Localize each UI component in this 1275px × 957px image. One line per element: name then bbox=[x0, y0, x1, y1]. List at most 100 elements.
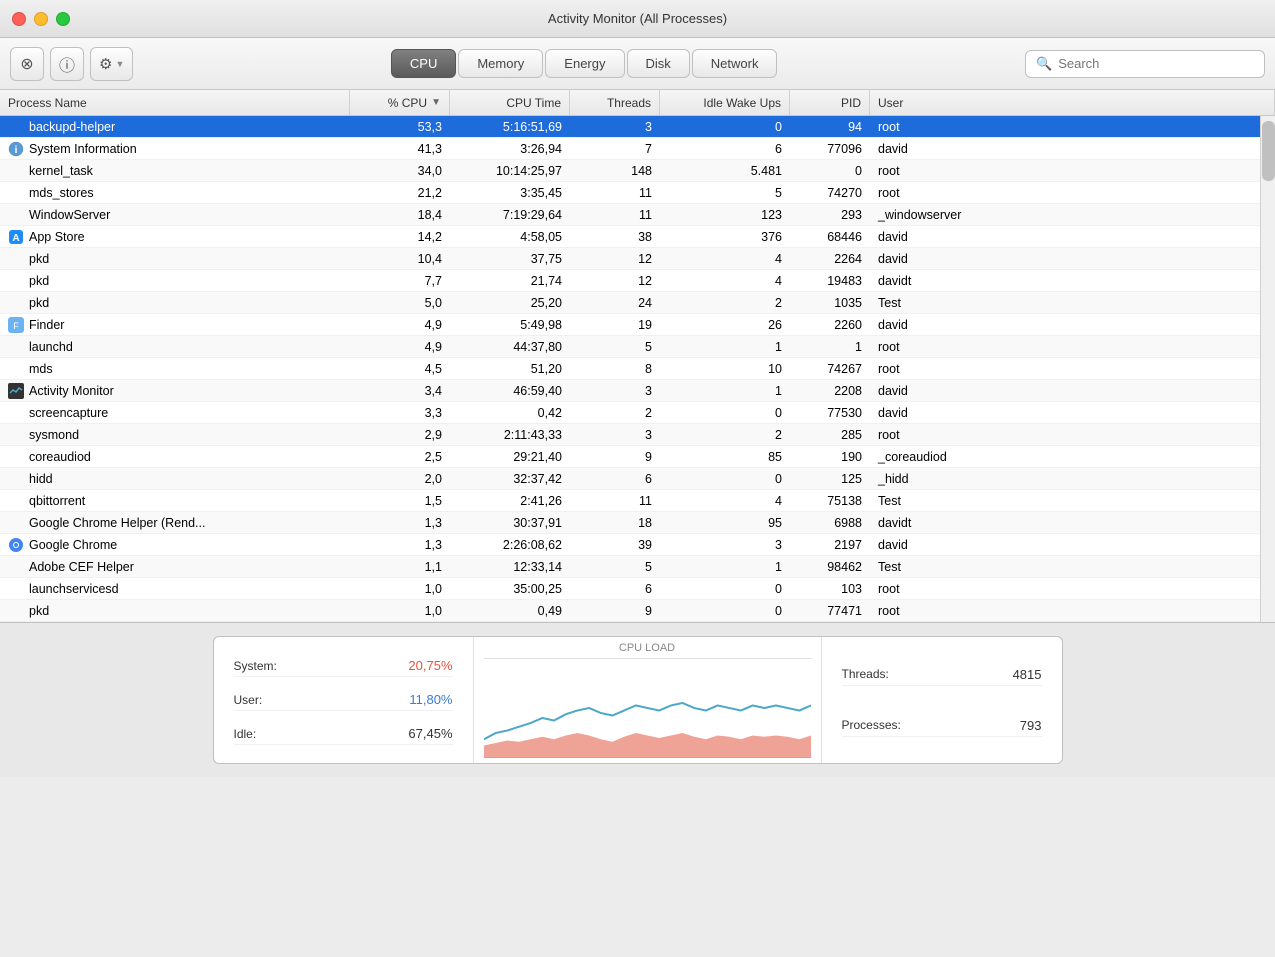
table-row[interactable]: Adobe CEF Helper 1,1 12:33,14 5 1 98462 … bbox=[0, 556, 1260, 578]
cell-threads: 5 bbox=[570, 336, 660, 357]
tab-memory[interactable]: Memory bbox=[458, 49, 543, 78]
cell-cputime: 7:19:29,64 bbox=[450, 204, 570, 225]
process-icon bbox=[8, 251, 24, 267]
table-row[interactable]: hidd 2,0 32:37,42 6 0 125 _hidd bbox=[0, 468, 1260, 490]
threads-label: Threads: bbox=[842, 667, 889, 681]
cell-user: root bbox=[870, 116, 1260, 137]
cell-process-name: mds_stores bbox=[0, 182, 350, 203]
scrollbar-track[interactable] bbox=[1260, 116, 1275, 622]
table-row[interactable]: i System Information 41,3 3:26,94 7 6 77… bbox=[0, 138, 1260, 160]
cell-threads: 148 bbox=[570, 160, 660, 181]
cell-cputime: 29:21,40 bbox=[450, 446, 570, 467]
cell-idle: 4 bbox=[660, 490, 790, 511]
cell-cpu: 1,1 bbox=[350, 556, 450, 577]
cell-cputime: 46:59,40 bbox=[450, 380, 570, 401]
maximize-button[interactable] bbox=[56, 12, 70, 26]
col-header-cputime[interactable]: CPU Time bbox=[450, 90, 570, 115]
table-row[interactable]: pkd 7,7 21,74 12 4 19483 davidt bbox=[0, 270, 1260, 292]
table-row[interactable]: screencapture 3,3 0,42 2 0 77530 david bbox=[0, 402, 1260, 424]
cell-process-name: F Finder bbox=[0, 314, 350, 335]
cell-cputime: 25,20 bbox=[450, 292, 570, 313]
cell-cputime: 5:16:51,69 bbox=[450, 116, 570, 137]
cell-process-name: Adobe CEF Helper bbox=[0, 556, 350, 577]
search-icon: 🔍 bbox=[1036, 56, 1052, 72]
close-icon: ⊗ bbox=[20, 54, 33, 74]
process-icon bbox=[8, 383, 24, 399]
table-row[interactable]: kernel_task 34,0 10:14:25,97 148 5.481 0… bbox=[0, 160, 1260, 182]
col-header-idle[interactable]: Idle Wake Ups bbox=[660, 90, 790, 115]
cell-threads: 38 bbox=[570, 226, 660, 247]
col-header-process[interactable]: Process Name bbox=[0, 90, 350, 115]
tab-cpu[interactable]: CPU bbox=[391, 49, 456, 78]
table-row[interactable]: Activity Monitor 3,4 46:59,40 3 1 2208 d… bbox=[0, 380, 1260, 402]
table-row[interactable]: launchservicesd 1,0 35:00,25 6 0 103 roo… bbox=[0, 578, 1260, 600]
cell-cpu: 1,5 bbox=[350, 490, 450, 511]
table-row[interactable]: A App Store 14,2 4:58,05 38 376 68446 da… bbox=[0, 226, 1260, 248]
minimize-button[interactable] bbox=[34, 12, 48, 26]
idle-value: 67,45% bbox=[408, 726, 452, 741]
cell-idle: 123 bbox=[660, 204, 790, 225]
scrollbar-thumb[interactable] bbox=[1262, 121, 1275, 181]
cell-process-name: coreaudiod bbox=[0, 446, 350, 467]
close-process-button[interactable]: ⊗ bbox=[10, 47, 44, 81]
cell-process-name: pkd bbox=[0, 270, 350, 291]
cell-idle: 2 bbox=[660, 424, 790, 445]
col-header-threads[interactable]: Threads bbox=[570, 90, 660, 115]
cell-pid: 0 bbox=[790, 160, 870, 181]
table-row[interactable]: WindowServer 18,4 7:19:29,64 11 123 293 … bbox=[0, 204, 1260, 226]
cell-threads: 11 bbox=[570, 182, 660, 203]
close-button[interactable] bbox=[12, 12, 26, 26]
cell-user: david bbox=[870, 314, 1260, 335]
titlebar: Activity Monitor (All Processes) bbox=[0, 0, 1275, 38]
table-row[interactable]: launchd 4,9 44:37,80 5 1 1 root bbox=[0, 336, 1260, 358]
process-list[interactable]: backupd-helper 53,3 5:16:51,69 3 0 94 ro… bbox=[0, 116, 1260, 622]
table-row[interactable]: pkd 5,0 25,20 24 2 1035 Test bbox=[0, 292, 1260, 314]
processes-value: 793 bbox=[1020, 718, 1042, 733]
cell-cputime: 51,20 bbox=[450, 358, 570, 379]
cell-threads: 7 bbox=[570, 138, 660, 159]
cell-idle: 85 bbox=[660, 446, 790, 467]
col-header-user[interactable]: User bbox=[870, 90, 1275, 115]
table-row[interactable]: Google Chrome Helper (Rend... 1,3 30:37,… bbox=[0, 512, 1260, 534]
table-row[interactable]: pkd 10,4 37,75 12 4 2264 david bbox=[0, 248, 1260, 270]
stats-box: System: 20,75% User: 11,80% Idle: 67,45%… bbox=[213, 636, 1063, 764]
cell-process-name: Activity Monitor bbox=[0, 380, 350, 401]
col-header-pid[interactable]: PID bbox=[790, 90, 870, 115]
info-button[interactable]: ⓘ bbox=[50, 47, 84, 81]
stats-left: System: 20,75% User: 11,80% Idle: 67,45% bbox=[214, 637, 474, 763]
cell-cputime: 44:37,80 bbox=[450, 336, 570, 357]
cell-cpu: 53,3 bbox=[350, 116, 450, 137]
gear-button[interactable]: ⚙ ▼ bbox=[90, 47, 133, 81]
cell-idle: 4 bbox=[660, 270, 790, 291]
table-row[interactable]: mds 4,5 51,20 8 10 74267 root bbox=[0, 358, 1260, 380]
cell-idle: 376 bbox=[660, 226, 790, 247]
col-header-cpu[interactable]: % CPU ▼ bbox=[350, 90, 450, 115]
table-row[interactable]: mds_stores 21,2 3:35,45 11 5 74270 root bbox=[0, 182, 1260, 204]
cell-process-name: pkd bbox=[0, 600, 350, 621]
process-icon bbox=[8, 449, 24, 465]
table-row[interactable]: Google Chrome 1,3 2:26:08,62 39 3 2197 d… bbox=[0, 534, 1260, 556]
stat-row-idle: Idle: 67,45% bbox=[234, 723, 453, 745]
table-row[interactable]: qbittorrent 1,5 2:41,26 11 4 75138 Test bbox=[0, 490, 1260, 512]
table-row[interactable]: F Finder 4,9 5:49,98 19 26 2260 david bbox=[0, 314, 1260, 336]
table-row[interactable]: coreaudiod 2,5 29:21,40 9 85 190 _coreau… bbox=[0, 446, 1260, 468]
cell-user: _hidd bbox=[870, 468, 1260, 489]
table-row[interactable]: pkd 1,0 0,49 9 0 77471 root bbox=[0, 600, 1260, 622]
process-name: Google Chrome Helper (Rend... bbox=[29, 516, 205, 530]
toolbar: ⊗ ⓘ ⚙ ▼ CPU Memory Energy Disk Network 🔍 bbox=[0, 38, 1275, 90]
search-input[interactable] bbox=[1058, 56, 1254, 71]
cell-cputime: 5:49,98 bbox=[450, 314, 570, 335]
cell-pid: 190 bbox=[790, 446, 870, 467]
tab-network[interactable]: Network bbox=[692, 49, 778, 78]
cell-cpu: 2,0 bbox=[350, 468, 450, 489]
table-row[interactable]: backupd-helper 53,3 5:16:51,69 3 0 94 ro… bbox=[0, 116, 1260, 138]
tab-energy[interactable]: Energy bbox=[545, 49, 624, 78]
cell-cputime: 32:37,42 bbox=[450, 468, 570, 489]
chart-title: CPU LOAD bbox=[619, 642, 675, 654]
cell-user: root bbox=[870, 578, 1260, 599]
table-row[interactable]: sysmond 2,9 2:11:43,33 3 2 285 root bbox=[0, 424, 1260, 446]
cell-pid: 1035 bbox=[790, 292, 870, 313]
tab-disk[interactable]: Disk bbox=[627, 49, 690, 78]
threads-value: 4815 bbox=[1013, 667, 1042, 682]
cell-idle: 3 bbox=[660, 534, 790, 555]
